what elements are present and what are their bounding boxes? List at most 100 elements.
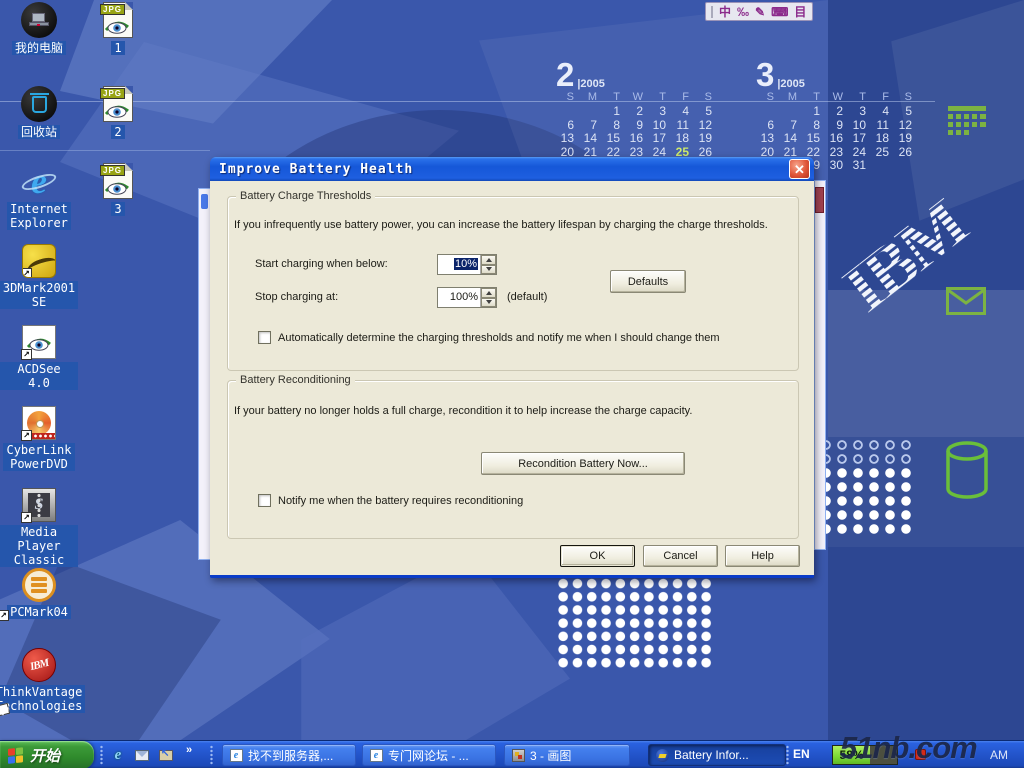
taskbar-separator <box>100 745 103 765</box>
battery-information-window-edge[interactable] <box>814 180 826 550</box>
desktop-icon-label: CyberLink PowerDVD <box>3 443 74 471</box>
start-charging-label: Start charging when below: <box>255 258 388 270</box>
task-button-label: 找不到服务器,... <box>248 747 333 764</box>
task-button-4[interactable]: Battery Infor... <box>648 744 786 766</box>
help-button[interactable]: Help <box>725 545 800 567</box>
desktop-icon-label: PCMark04 <box>7 605 71 619</box>
quick-launch-ie-icon[interactable]: e <box>110 747 126 763</box>
quick-launch-mail-icon[interactable] <box>134 747 150 763</box>
internet-explorer-icon: e <box>20 163 58 199</box>
jpg-badge: JPG <box>100 4 125 15</box>
desktop-icon-internet-explorer[interactable]: eInternet Explorer <box>0 163 78 230</box>
desktop-icon-my-computer[interactable]: 我的电脑 <box>0 2 78 55</box>
notify-reconditioning-checkbox-label[interactable]: Notify me when the battery requires reco… <box>278 495 523 507</box>
desktop-icon-label: 回收站 <box>18 125 60 139</box>
start-button[interactable]: 开始 <box>0 741 94 768</box>
desktop-icon-cyberlink-powerdvd[interactable]: ↗ CyberLink PowerDVD <box>0 406 78 471</box>
taskbar-separator <box>210 745 213 765</box>
jpg-file-icon: JPG <box>103 86 133 122</box>
desktop-icon-label: 1 <box>111 41 124 55</box>
recycle-bin-icon <box>21 86 57 122</box>
3dmark2001-icon: ↗ <box>22 244 56 278</box>
desktop-icon-jpg-file-3[interactable]: JPG 3 <box>79 163 157 216</box>
language-bar-grip[interactable] <box>711 6 713 18</box>
task-button-2[interactable]: e 专门网论坛 - ... <box>362 744 496 766</box>
start-button-label: 开始 <box>30 745 60 766</box>
desktop-icon-label: 2 <box>111 125 124 139</box>
desktop-icon-label: 3 <box>111 202 124 216</box>
spin-up-button[interactable] <box>481 288 496 298</box>
shortcut-arrow-icon: ↗ <box>22 268 32 278</box>
pcmark04-icon: ↗ <box>22 568 56 602</box>
window-gauge-chip <box>815 187 824 213</box>
ime-pen-icon[interactable]: ✎ <box>755 4 765 20</box>
mail-icon <box>135 750 149 761</box>
quick-launch-overflow-chevron[interactable]: » <box>186 744 192 756</box>
desktop-icon-acdsee-40[interactable]: ↗ ACDSee 4.0 <box>0 325 78 390</box>
spin-down-button[interactable] <box>481 265 496 275</box>
ime-mode-icon[interactable]: ‰ <box>737 4 749 20</box>
language-indicator[interactable]: EN <box>793 747 810 761</box>
paint-icon <box>511 748 525 762</box>
desktop-icon-label: 我的电脑 <box>12 41 66 55</box>
close-icon: ✕ <box>794 163 805 176</box>
desktop-icon-pcmark04[interactable]: ↗ PCMark04 <box>0 568 78 619</box>
stop-charging-spinner[interactable]: 100% <box>437 287 497 308</box>
shortcut-arrow-icon: ↗ <box>21 349 32 360</box>
ok-button[interactable]: OK <box>560 545 635 567</box>
acdsee-icon: ↗ <box>22 325 56 359</box>
task-button-label: Battery Infor... <box>674 748 749 762</box>
quick-launch-show-desktop-icon[interactable] <box>158 747 174 763</box>
thinkvantage-icon: IBM↗ <box>22 648 56 682</box>
51nb-watermark: 51nb.com <box>840 730 977 766</box>
desktop-icon-label: ACDSee 4.0 <box>0 362 78 390</box>
auto-determine-checkbox-label[interactable]: Automatically determine the charging thr… <box>278 332 719 344</box>
dialog-body: Battery Charge Thresholds If you infrequ… <box>210 181 814 575</box>
group-label: Battery Reconditioning <box>236 374 355 386</box>
start-charging-value[interactable]: 10% <box>454 258 478 270</box>
window-icon-chip <box>201 194 208 209</box>
powerdvd-icon: ↗ <box>22 406 56 440</box>
ime-menu-icon[interactable]: 目 <box>794 4 806 20</box>
close-button[interactable]: ✕ <box>789 159 810 179</box>
spin-up-button[interactable] <box>481 255 496 265</box>
down-arrow-icon <box>486 267 492 274</box>
desktop-icon-recycle-bin[interactable]: 回收站 <box>0 86 78 139</box>
desktop-icon-jpg-file-2[interactable]: JPG 2 <box>79 86 157 139</box>
battery-info-icon <box>655 748 669 762</box>
desktop-icon-3dmark2001-se[interactable]: ↗3DMark2001 SE <box>0 244 78 309</box>
group-label: Battery Charge Thresholds <box>236 190 375 202</box>
ie-page-icon: e <box>369 748 383 762</box>
tray-clock: AM <box>990 748 1008 762</box>
ime-chinese-indicator[interactable]: 中 <box>719 4 731 20</box>
recondition-battery-now-button[interactable]: Recondition Battery Now... <box>481 452 685 475</box>
up-arrow-icon <box>486 255 492 262</box>
keyboard-icon[interactable]: ⌨ <box>771 4 788 20</box>
spin-down-button[interactable] <box>481 298 496 308</box>
media-player-classic-icon: S↗ <box>22 488 56 522</box>
jpg-file-icon: JPG <box>103 2 133 38</box>
ie-page-icon: e <box>229 748 243 762</box>
desktop-icon-media-player-classic[interactable]: S↗Media Player Classic <box>0 488 78 567</box>
cancel-button[interactable]: Cancel <box>643 545 718 567</box>
language-bar[interactable]: 中 ‰ ✎ ⌨ 目 <box>705 2 813 21</box>
jpg-badge: JPG <box>100 88 125 99</box>
shortcut-arrow-icon: ↗ <box>21 430 32 441</box>
stop-charging-value[interactable]: 100% <box>450 291 478 303</box>
defaults-button[interactable]: Defaults <box>610 270 686 293</box>
start-charging-spinner[interactable]: 10% <box>437 254 497 275</box>
desktop-icon-thinkvantage-technologies[interactable]: IBM↗ThinkVantage Technologies <box>0 648 78 713</box>
improve-battery-health-dialog: Improve Battery Health ✕ Battery Charge … <box>210 157 814 578</box>
up-arrow-icon <box>486 288 492 295</box>
jpg-badge: JPG <box>100 165 125 176</box>
desktop-icon-jpg-file-1[interactable]: JPG 1 <box>79 2 157 55</box>
dialog-titlebar[interactable]: Improve Battery Health ✕ <box>210 157 814 181</box>
task-button-label: 专门网论坛 - ... <box>388 747 469 764</box>
desktop-icon-label: Media Player Classic <box>0 525 78 567</box>
shortcut-arrow-icon: ↗ <box>21 512 32 523</box>
task-button-3[interactable]: 3 - 画图 <box>504 744 630 766</box>
auto-determine-checkbox[interactable] <box>258 331 271 344</box>
task-button-1[interactable]: e 找不到服务器,... <box>222 744 356 766</box>
notify-reconditioning-checkbox[interactable] <box>258 494 271 507</box>
dialog-title: Improve Battery Health <box>219 162 789 177</box>
